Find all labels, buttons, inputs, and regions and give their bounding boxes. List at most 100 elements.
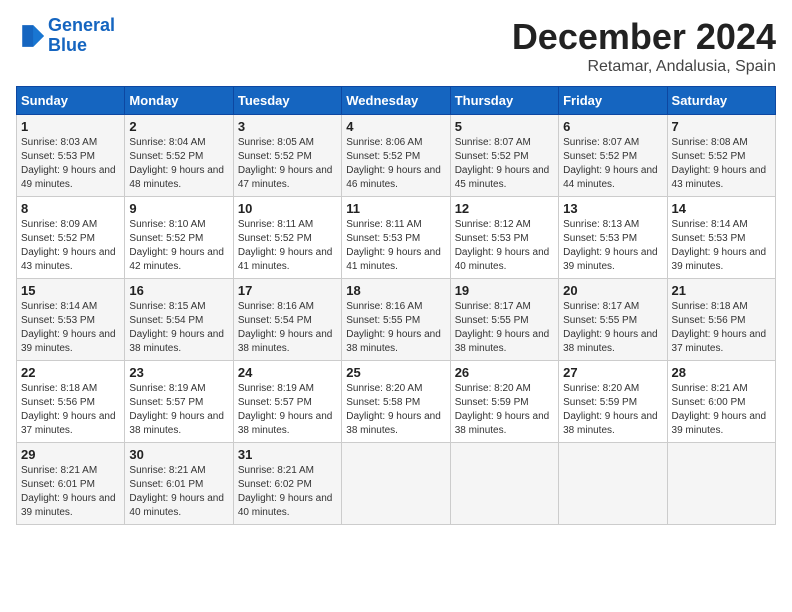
calendar-cell: 29 Sunrise: 8:21 AMSunset: 6:01 PMDayligh… (17, 443, 125, 525)
day-info: Sunrise: 8:03 AMSunset: 5:53 PMDaylight:… (21, 136, 120, 192)
calendar-cell: 24 Sunrise: 8:19 AMSunset: 5:57 PMDayligh… (233, 361, 341, 443)
weekday-header: Wednesday (342, 87, 450, 115)
day-number: 26 (455, 365, 554, 380)
calendar-week-row: 29 Sunrise: 8:21 AMSunset: 6:01 PMDayligh… (17, 443, 776, 525)
calendar-cell: 1 Sunrise: 8:03 AMSunset: 5:53 PMDaylight… (17, 115, 125, 197)
day-number: 19 (455, 283, 554, 298)
day-info: Sunrise: 8:14 AMSunset: 5:53 PMDaylight:… (21, 300, 120, 356)
calendar-cell: 31Sunrise: 8:21 AMSunset: 6:02 PMDayligh… (233, 443, 341, 525)
weekday-header: Friday (559, 87, 667, 115)
day-number: 25 (346, 365, 445, 380)
day-number: 4 (346, 119, 445, 134)
day-number: 3 (238, 119, 337, 134)
day-info: Sunrise: 8:18 AMSunset: 5:56 PMDaylight:… (672, 300, 771, 356)
page-header: General Blue December 2024 Retamar, Anda… (16, 16, 776, 76)
weekday-header: Tuesday (233, 87, 341, 115)
location-title: Retamar, Andalusia, Spain (512, 58, 776, 76)
calendar-cell: 11Sunrise: 8:11 AMSunset: 5:53 PMDayligh… (342, 197, 450, 279)
day-info: Sunrise: 8:06 AMSunset: 5:52 PMDaylight:… (346, 136, 445, 192)
calendar-cell (450, 443, 558, 525)
day-number: 23 (129, 365, 228, 380)
day-info: Sunrise: 8:15 AMSunset: 5:54 PMDaylight:… (129, 300, 228, 356)
day-info: Sunrise: 8:11 AMSunset: 5:52 PMDaylight:… (238, 218, 337, 274)
day-info: Sunrise: 8:21 AMSunset: 6:00 PMDaylight:… (672, 382, 771, 438)
day-info: Sunrise: 8:08 AMSunset: 5:52 PMDaylight:… (672, 136, 771, 192)
calendar-cell (667, 443, 775, 525)
day-info: Sunrise: 8:20 AMSunset: 5:59 PMDaylight:… (455, 382, 554, 438)
day-number: 16 (129, 283, 228, 298)
calendar-cell: 4 Sunrise: 8:06 AMSunset: 5:52 PMDaylight… (342, 115, 450, 197)
calendar-week-row: 8 Sunrise: 8:09 AMSunset: 5:52 PMDaylight… (17, 197, 776, 279)
calendar-cell: 18Sunrise: 8:16 AMSunset: 5:55 PMDayligh… (342, 279, 450, 361)
calendar-week-row: 15 Sunrise: 8:14 AMSunset: 5:53 PMDayligh… (17, 279, 776, 361)
day-info: Sunrise: 8:21 AMSunset: 6:01 PMDaylight:… (21, 464, 120, 520)
calendar-cell: 20Sunrise: 8:17 AMSunset: 5:55 PMDayligh… (559, 279, 667, 361)
day-number: 29 (21, 447, 120, 462)
day-info: Sunrise: 8:13 AMSunset: 5:53 PMDaylight:… (563, 218, 662, 274)
day-info: Sunrise: 8:19 AMSunset: 5:57 PMDaylight:… (238, 382, 337, 438)
calendar-table: SundayMondayTuesdayWednesdayThursdayFrid… (16, 86, 776, 525)
day-number: 30 (129, 447, 228, 462)
day-number: 27 (563, 365, 662, 380)
day-info: Sunrise: 8:21 AMSunset: 6:01 PMDaylight:… (129, 464, 228, 520)
day-info: Sunrise: 8:05 AMSunset: 5:52 PMDaylight:… (238, 136, 337, 192)
day-number: 28 (672, 365, 771, 380)
day-info: Sunrise: 8:20 AMSunset: 5:59 PMDaylight:… (563, 382, 662, 438)
day-info: Sunrise: 8:09 AMSunset: 5:52 PMDaylight:… (21, 218, 120, 274)
day-number: 15 (21, 283, 120, 298)
day-number: 1 (21, 119, 120, 134)
day-number: 5 (455, 119, 554, 134)
weekday-header: Thursday (450, 87, 558, 115)
day-info: Sunrise: 8:16 AMSunset: 5:55 PMDaylight:… (346, 300, 445, 356)
day-info: Sunrise: 8:20 AMSunset: 5:58 PMDaylight:… (346, 382, 445, 438)
calendar-cell: 7Sunrise: 8:08 AMSunset: 5:52 PMDaylight… (667, 115, 775, 197)
calendar-cell: 16 Sunrise: 8:15 AMSunset: 5:54 PMDayligh… (125, 279, 233, 361)
day-number: 14 (672, 201, 771, 216)
day-info: Sunrise: 8:19 AMSunset: 5:57 PMDaylight:… (129, 382, 228, 438)
calendar-cell: 26 Sunrise: 8:20 AMSunset: 5:59 PMDayligh… (450, 361, 558, 443)
day-number: 13 (563, 201, 662, 216)
calendar-cell: 12 Sunrise: 8:12 AMSunset: 5:53 PMDayligh… (450, 197, 558, 279)
day-number: 12 (455, 201, 554, 216)
day-number: 24 (238, 365, 337, 380)
day-number: 2 (129, 119, 228, 134)
calendar-cell: 28 Sunrise: 8:21 AMSunset: 6:00 PMDayligh… (667, 361, 775, 443)
header-row: SundayMondayTuesdayWednesdayThursdayFrid… (17, 87, 776, 115)
calendar-cell: 15 Sunrise: 8:14 AMSunset: 5:53 PMDayligh… (17, 279, 125, 361)
day-number: 8 (21, 201, 120, 216)
day-number: 9 (129, 201, 228, 216)
calendar-cell: 22Sunrise: 8:18 AMSunset: 5:56 PMDayligh… (17, 361, 125, 443)
calendar-cell (342, 443, 450, 525)
day-info: Sunrise: 8:18 AMSunset: 5:56 PMDaylight:… (21, 382, 120, 438)
day-info: Sunrise: 8:16 AMSunset: 5:54 PMDaylight:… (238, 300, 337, 356)
weekday-header: Monday (125, 87, 233, 115)
day-info: Sunrise: 8:12 AMSunset: 5:53 PMDaylight:… (455, 218, 554, 274)
day-info: Sunrise: 8:10 AMSunset: 5:52 PMDaylight:… (129, 218, 228, 274)
day-info: Sunrise: 8:17 AMSunset: 5:55 PMDaylight:… (455, 300, 554, 356)
day-number: 31 (238, 447, 337, 462)
calendar-week-row: 22Sunrise: 8:18 AMSunset: 5:56 PMDayligh… (17, 361, 776, 443)
calendar-week-row: 1 Sunrise: 8:03 AMSunset: 5:53 PMDaylight… (17, 115, 776, 197)
day-info: Sunrise: 8:17 AMSunset: 5:55 PMDaylight:… (563, 300, 662, 356)
calendar-cell: 27 Sunrise: 8:20 AMSunset: 5:59 PMDayligh… (559, 361, 667, 443)
calendar-cell (559, 443, 667, 525)
calendar-body: 1 Sunrise: 8:03 AMSunset: 5:53 PMDaylight… (17, 115, 776, 525)
title-section: December 2024 Retamar, Andalusia, Spain (512, 16, 776, 76)
logo: General Blue (16, 16, 115, 56)
calendar-cell: 25 Sunrise: 8:20 AMSunset: 5:58 PMDayligh… (342, 361, 450, 443)
calendar-cell: 10Sunrise: 8:11 AMSunset: 5:52 PMDayligh… (233, 197, 341, 279)
logo-line2: Blue (48, 35, 87, 55)
calendar-cell: 9 Sunrise: 8:10 AMSunset: 5:52 PMDaylight… (125, 197, 233, 279)
calendar-cell: 14 Sunrise: 8:14 AMSunset: 5:53 PMDayligh… (667, 197, 775, 279)
logo-icon (16, 22, 44, 50)
calendar-cell: 23 Sunrise: 8:19 AMSunset: 5:57 PMDayligh… (125, 361, 233, 443)
logo-line1: General (48, 15, 115, 35)
calendar-cell: 19 Sunrise: 8:17 AMSunset: 5:55 PMDayligh… (450, 279, 558, 361)
calendar-cell: 6Sunrise: 8:07 AMSunset: 5:52 PMDaylight… (559, 115, 667, 197)
logo-text: General Blue (48, 16, 115, 56)
day-info: Sunrise: 8:14 AMSunset: 5:53 PMDaylight:… (672, 218, 771, 274)
day-info: Sunrise: 8:11 AMSunset: 5:53 PMDaylight:… (346, 218, 445, 274)
calendar-cell: 3 Sunrise: 8:05 AMSunset: 5:52 PMDaylight… (233, 115, 341, 197)
calendar-cell: 21Sunrise: 8:18 AMSunset: 5:56 PMDayligh… (667, 279, 775, 361)
calendar-cell: 13 Sunrise: 8:13 AMSunset: 5:53 PMDayligh… (559, 197, 667, 279)
